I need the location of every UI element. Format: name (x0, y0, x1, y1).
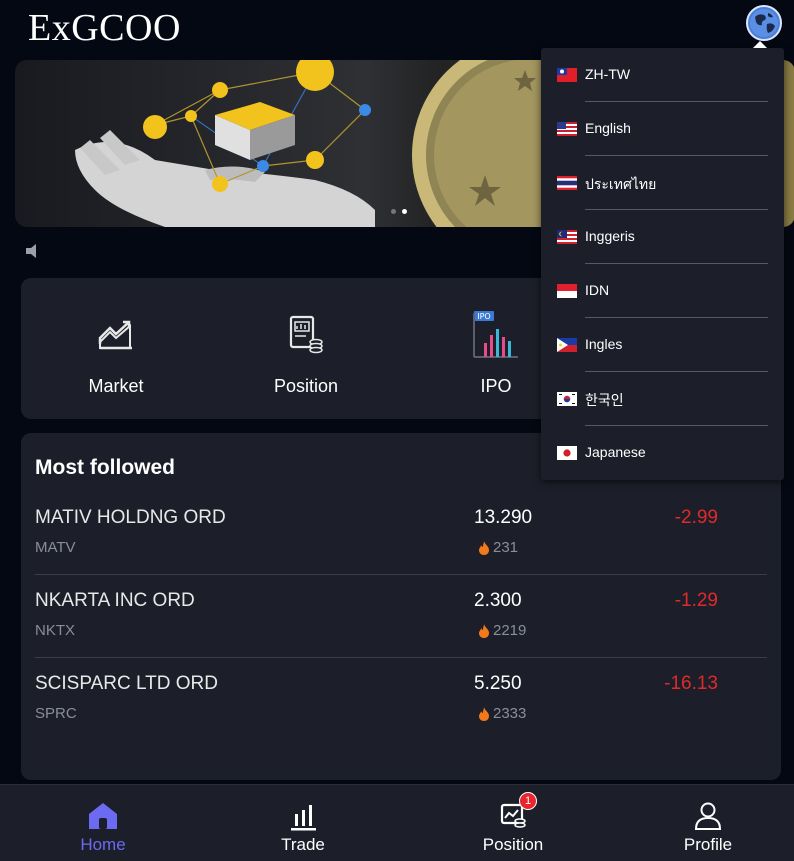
language-label: ประเทศไทย (585, 176, 657, 192)
malaysia-flag-icon (557, 230, 577, 244)
stock-followers: 231 (476, 539, 518, 556)
stock-price: 13.290 (474, 507, 533, 528)
trade-icon (286, 801, 320, 831)
most-followed-title: Most followed (35, 456, 175, 479)
notification-badge: 1 (519, 792, 537, 810)
banner-dot-2[interactable] (402, 209, 407, 214)
language-label: IDN (585, 282, 610, 298)
us-flag-icon (557, 122, 577, 136)
stock-name: SCISPARC LTD ORD (35, 673, 218, 694)
position-doc-icon (282, 310, 330, 358)
nav-home[interactable]: Home (63, 785, 143, 861)
follower-count: 231 (493, 539, 519, 556)
stock-followers: 2219 (476, 622, 526, 639)
language-option-filipino[interactable]: Ingles (541, 318, 784, 372)
quick-menu-market[interactable]: Market (21, 278, 211, 419)
banner-pagination (391, 209, 407, 214)
language-label: 한국인 (585, 392, 624, 408)
nav-profile[interactable]: Profile (668, 785, 748, 861)
nav-position[interactable]: Position (473, 785, 553, 861)
nav-trade[interactable]: Trade (263, 785, 343, 861)
stock-price: 5.250 (474, 673, 522, 694)
nav-label: Profile (683, 835, 733, 854)
taiwan-flag-icon (557, 68, 577, 82)
language-label: English (585, 120, 631, 136)
stock-row[interactable]: MATIV HOLDNG ORD MATV 13.290 231 -2.99 (35, 507, 767, 590)
app-logo: ExGCOO (28, 7, 181, 49)
fire-icon (479, 623, 489, 638)
language-option-thai[interactable]: ประเทศไทย (541, 156, 784, 210)
language-label: Inggeris (585, 228, 635, 244)
language-label: Ingles (585, 336, 623, 352)
language-option-malay[interactable]: Inggeris (541, 210, 784, 264)
stock-name: NKARTA INC ORD (35, 590, 195, 611)
stock-name: MATIV HOLDNG ORD (35, 507, 226, 528)
language-option-english[interactable]: English (541, 102, 784, 156)
follower-count: 2219 (493, 622, 527, 639)
most-followed-panel: Most followed MATIV HOLDNG ORD MATV 13.2… (21, 433, 781, 780)
market-chart-icon (92, 310, 140, 358)
speaker-icon[interactable] (24, 242, 46, 260)
korea-flag-icon (557, 392, 577, 406)
stock-change: -1.29 (674, 590, 718, 611)
svg-text:IPO: IPO (477, 312, 490, 321)
language-option-indonesian[interactable]: IDN (541, 264, 784, 318)
stock-ticker: SPRC (35, 705, 77, 722)
language-label: Japanese (585, 444, 646, 460)
quick-menu-position[interactable]: Position (211, 278, 401, 419)
follower-count: 2333 (493, 705, 527, 722)
stock-change: -16.13 (664, 673, 718, 694)
stock-ticker: NKTX (35, 622, 76, 639)
stock-price: 2.300 (474, 590, 522, 611)
language-option-korean[interactable]: 한국인 (541, 372, 784, 426)
row-divider (35, 574, 767, 575)
thailand-flag-icon (557, 176, 577, 190)
row-divider (35, 657, 767, 658)
ipo-icon: IPO (472, 310, 520, 358)
app-page: ExGCOO Market Position IPO IPO Most foll… (0, 0, 794, 861)
nav-label: Trade (281, 835, 325, 854)
indonesia-flag-icon (557, 284, 577, 298)
bottom-navigation: Home Trade Position 1 Profile (0, 784, 794, 861)
language-option-japanese[interactable]: Japanese (541, 426, 784, 480)
language-option-zh-tw[interactable]: ZH-TW (541, 48, 784, 102)
globe-icon (750, 9, 778, 37)
fire-icon (479, 540, 489, 555)
language-dropdown: ZH-TW English ประเทศไทย Inggeris IDN Ing… (541, 41, 784, 480)
language-button[interactable] (746, 5, 782, 41)
stock-change: -2.99 (674, 507, 718, 528)
quick-menu-label: Position (273, 376, 339, 396)
home-icon (86, 801, 120, 831)
profile-icon (691, 801, 725, 831)
language-label: ZH-TW (585, 66, 631, 82)
philippines-flag-icon (557, 338, 577, 352)
nav-label: Position (482, 835, 544, 854)
stock-ticker: MATV (35, 539, 76, 556)
quick-menu-label: Market (88, 376, 144, 396)
stock-row[interactable]: SCISPARC LTD ORD SPRC 5.250 2333 -16.13 (35, 673, 767, 756)
fire-icon (479, 706, 489, 721)
stock-row[interactable]: NKARTA INC ORD NKTX 2.300 2219 -1.29 (35, 590, 767, 673)
nav-label: Home (80, 835, 126, 854)
banner-dot-1[interactable] (391, 209, 396, 214)
japan-flag-icon (557, 446, 577, 460)
stock-followers: 2333 (476, 705, 526, 722)
